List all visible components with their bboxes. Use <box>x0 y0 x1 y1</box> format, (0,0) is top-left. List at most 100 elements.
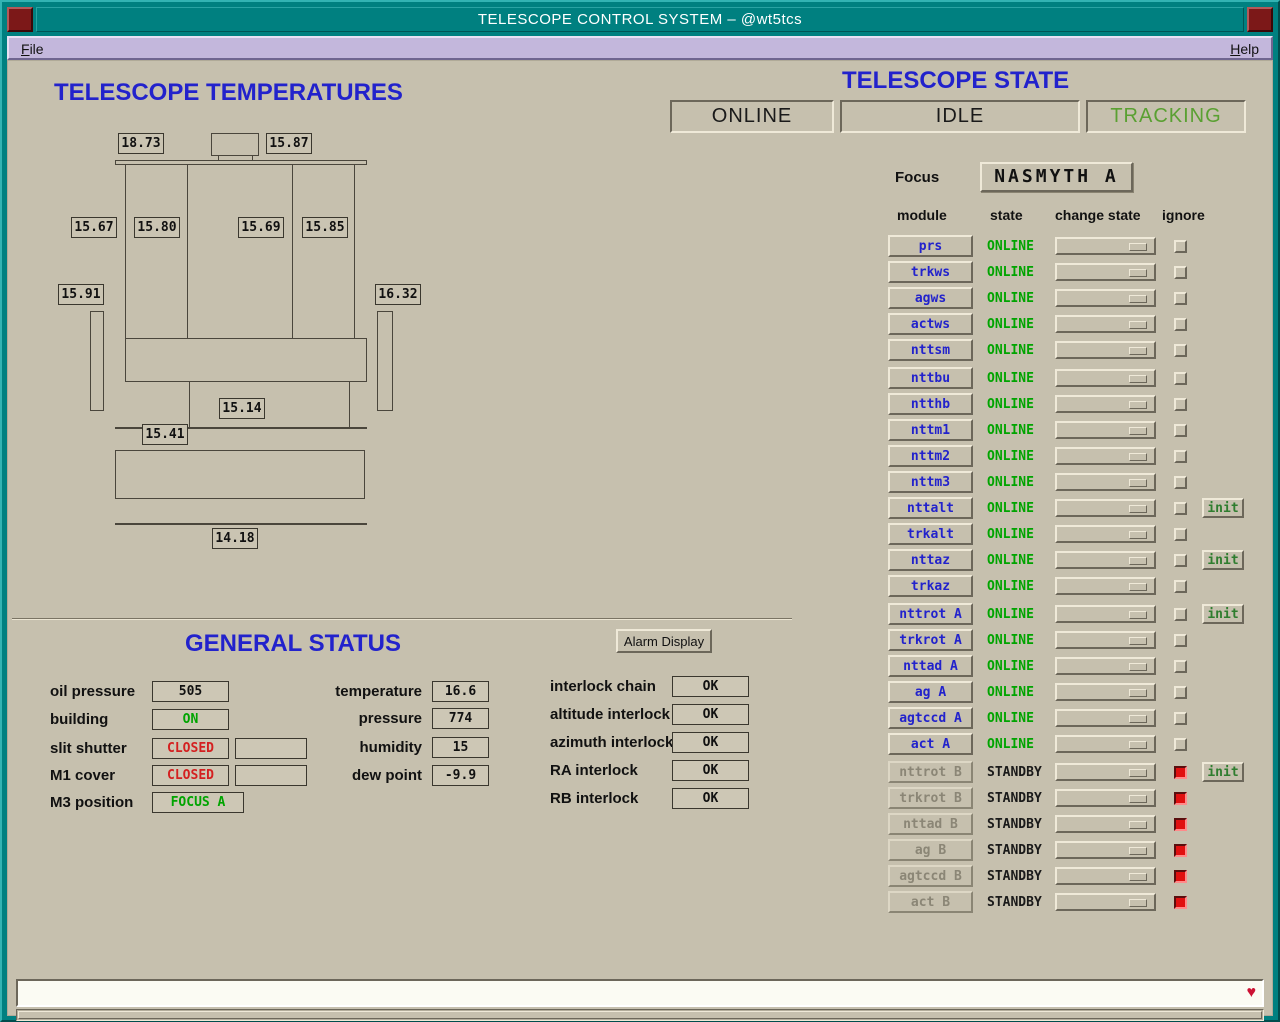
horizontal-scrollbar[interactable] <box>16 1009 1264 1021</box>
module-button-ag-b[interactable]: ag B <box>888 839 973 861</box>
ignore-checkbox-trkrot-a[interactable] <box>1174 634 1187 647</box>
column-header-module: module <box>897 207 947 223</box>
ignore-checkbox-trkalt[interactable] <box>1174 528 1187 541</box>
module-button-nttm2[interactable]: nttm2 <box>888 445 973 467</box>
module-button-agws[interactable]: agws <box>888 287 973 309</box>
ignore-checkbox-ag-b[interactable] <box>1174 844 1187 857</box>
module-button-nttalt[interactable]: nttalt <box>888 497 973 519</box>
change-state-menu-ntthb[interactable] <box>1055 395 1156 413</box>
ignore-checkbox-nttsm[interactable] <box>1174 344 1187 357</box>
change-state-menu-ag-b[interactable] <box>1055 841 1156 859</box>
init-button-nttrot-a[interactable]: init <box>1202 604 1244 624</box>
module-state-nttalt: ONLINE <box>987 501 1034 516</box>
change-state-menu-trkalt[interactable] <box>1055 525 1156 543</box>
alarm-display-button[interactable]: Alarm Display <box>616 629 712 653</box>
change-state-menu-agws[interactable] <box>1055 289 1156 307</box>
ignore-checkbox-nttad-a[interactable] <box>1174 660 1187 673</box>
module-state-nttm1: ONLINE <box>987 423 1034 438</box>
ignore-checkbox-ntthb[interactable] <box>1174 398 1187 411</box>
ignore-checkbox-agtccd-b[interactable] <box>1174 870 1187 883</box>
ignore-checkbox-act-b[interactable] <box>1174 896 1187 909</box>
change-state-menu-prs[interactable] <box>1055 237 1156 255</box>
change-state-menu-nttm1[interactable] <box>1055 421 1156 439</box>
module-button-trkws[interactable]: trkws <box>888 261 973 283</box>
change-state-menu-trkaz[interactable] <box>1055 577 1156 595</box>
focus-value[interactable]: NASMYTH A <box>980 162 1133 192</box>
ignore-checkbox-nttaz[interactable] <box>1174 554 1187 567</box>
window-menu-button[interactable] <box>7 7 33 32</box>
module-row: nttsmONLINE <box>888 339 1260 361</box>
state-heading: TELESCOPE STATE <box>842 67 1069 95</box>
ignore-checkbox-nttm2[interactable] <box>1174 450 1187 463</box>
module-button-nttad-a[interactable]: nttad A <box>888 655 973 677</box>
temp-ground: 14.18 <box>212 528 258 549</box>
window-maximize-button[interactable] <box>1247 7 1273 32</box>
menu-file[interactable]: File <box>17 39 48 59</box>
module-row: nttad AONLINE <box>888 655 1260 677</box>
state-mode-idle: IDLE <box>840 100 1080 133</box>
ignore-checkbox-nttbu[interactable] <box>1174 372 1187 385</box>
module-row: ntthbONLINE <box>888 393 1260 415</box>
module-button-trkalt[interactable]: trkalt <box>888 523 973 545</box>
module-button-agtccd-b[interactable]: agtccd B <box>888 865 973 887</box>
change-state-menu-nttalt[interactable] <box>1055 499 1156 517</box>
scrollbar-thumb[interactable] <box>18 1011 1262 1019</box>
temp-side-right: 16.32 <box>375 284 421 305</box>
ignore-checkbox-trkws[interactable] <box>1174 266 1187 279</box>
module-button-act-b[interactable]: act B <box>888 891 973 913</box>
ignore-checkbox-nttrot-a[interactable] <box>1174 608 1187 621</box>
temp-top-left: 18.73 <box>118 133 164 154</box>
init-button-nttaz[interactable]: init <box>1202 550 1244 570</box>
module-button-nttrot-a[interactable]: nttrot A <box>888 603 973 625</box>
ignore-checkbox-agws[interactable] <box>1174 292 1187 305</box>
change-state-menu-nttm3[interactable] <box>1055 473 1156 491</box>
change-state-menu-agtccd-b[interactable] <box>1055 867 1156 885</box>
module-button-actws[interactable]: actws <box>888 313 973 335</box>
interlock-row: interlock chainOK <box>8 676 1272 698</box>
module-button-trkaz[interactable]: trkaz <box>888 575 973 597</box>
change-state-menu-nttrot-a[interactable] <box>1055 605 1156 623</box>
change-state-menu-nttad-a[interactable] <box>1055 657 1156 675</box>
change-state-menu-nttaz[interactable] <box>1055 551 1156 569</box>
temp-upper-outer-right: 15.85 <box>302 217 348 238</box>
module-button-nttm3[interactable]: nttm3 <box>888 471 973 493</box>
temp-upper-right: 15.69 <box>238 217 284 238</box>
change-state-menu-nttad-b[interactable] <box>1055 815 1156 833</box>
change-state-menu-trkws[interactable] <box>1055 263 1156 281</box>
ignore-checkbox-nttm1[interactable] <box>1174 424 1187 437</box>
module-row: agwsONLINE <box>888 287 1260 309</box>
module-button-nttad-b[interactable]: nttad B <box>888 813 973 835</box>
init-button-nttalt[interactable]: init <box>1202 498 1244 518</box>
module-button-nttaz[interactable]: nttaz <box>888 549 973 571</box>
telescope-diagram: 18.73 15.87 15.67 15.80 15.69 15.85 15.9… <box>8 61 468 561</box>
change-state-menu-act-b[interactable] <box>1055 893 1156 911</box>
change-state-menu-nttsm[interactable] <box>1055 341 1156 359</box>
module-row: nttm1 ONLINE <box>888 419 1260 441</box>
ignore-checkbox-nttm3[interactable] <box>1174 476 1187 489</box>
titlebar[interactable]: TELESCOPE CONTROL SYSTEM – @wt5tcs <box>36 7 1244 32</box>
module-button-nttm1[interactable]: nttm1 <box>888 419 973 441</box>
temp-side-left: 15.91 <box>58 284 104 305</box>
field-label: RA interlock <box>550 760 638 781</box>
module-row: trkrot AONLINE <box>888 629 1260 651</box>
interlock-row: azimuth interlockOK <box>8 732 1272 754</box>
main-panel: TELESCOPE TEMPERATURES 18.73 15.87 15.67… <box>7 60 1273 1016</box>
module-button-trkrot-a[interactable]: trkrot A <box>888 629 973 651</box>
ignore-checkbox-actws[interactable] <box>1174 318 1187 331</box>
ignore-checkbox-prs[interactable] <box>1174 240 1187 253</box>
command-message-bar[interactable]: ♥ <box>16 979 1264 1007</box>
change-state-menu-actws[interactable] <box>1055 315 1156 333</box>
ignore-checkbox-trkaz[interactable] <box>1174 580 1187 593</box>
ignore-checkbox-nttad-b[interactable] <box>1174 818 1187 831</box>
menu-help[interactable]: Help <box>1226 39 1263 59</box>
module-button-nttbu[interactable]: nttbu <box>888 367 973 389</box>
module-button-prs[interactable]: prs <box>888 235 973 257</box>
diagram-box <box>377 311 393 411</box>
module-button-nttsm[interactable]: nttsm <box>888 339 973 361</box>
module-button-ntthb[interactable]: ntthb <box>888 393 973 415</box>
interlock-row: altitude interlockOK <box>8 704 1272 726</box>
change-state-menu-nttbu[interactable] <box>1055 369 1156 387</box>
ignore-checkbox-nttalt[interactable] <box>1174 502 1187 515</box>
change-state-menu-nttm2[interactable] <box>1055 447 1156 465</box>
change-state-menu-trkrot-a[interactable] <box>1055 631 1156 649</box>
